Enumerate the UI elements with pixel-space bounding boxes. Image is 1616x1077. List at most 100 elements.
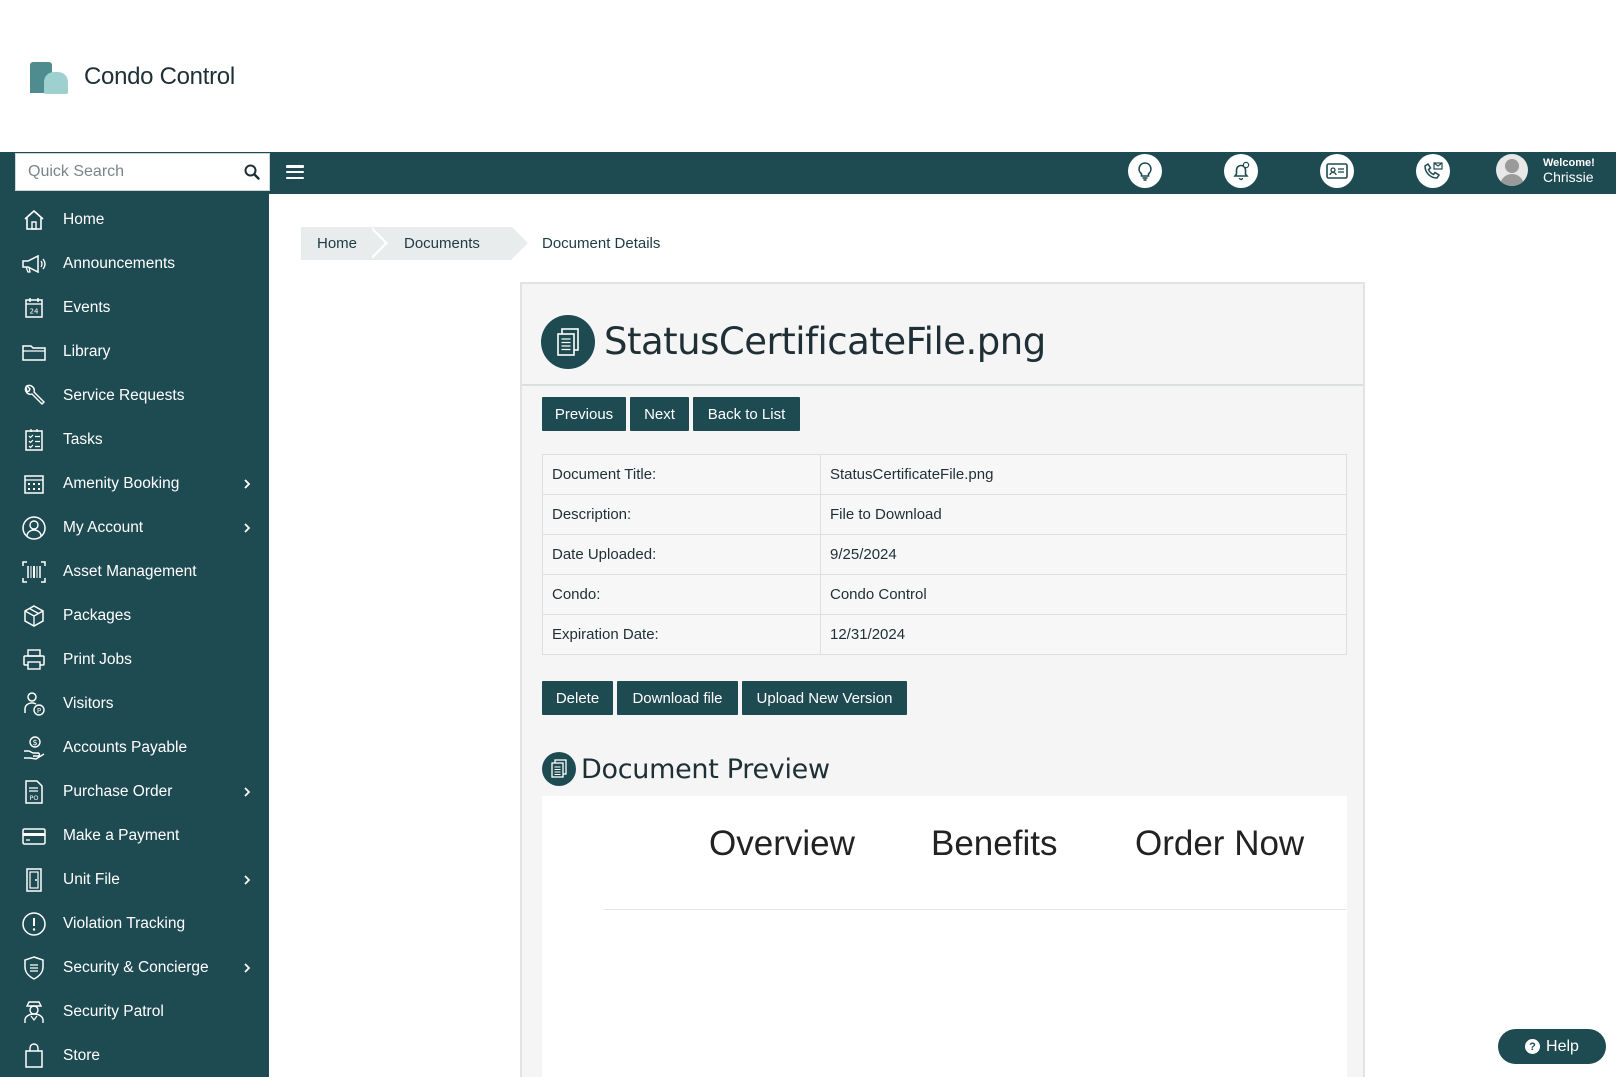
- table-row: Expiration Date: 12/31/2024: [542, 614, 1347, 655]
- preview-tab-benefits: Benefits: [931, 824, 1058, 863]
- user-name: Chrissie: [1543, 169, 1594, 185]
- detail-label: Date Uploaded:: [542, 534, 821, 575]
- detail-label: Expiration Date:: [542, 614, 821, 655]
- table-row: Condo: Condo Control: [542, 574, 1347, 615]
- door-icon: [20, 866, 48, 894]
- help-button[interactable]: ? Help: [1498, 1029, 1606, 1064]
- folder-icon: [20, 338, 48, 366]
- po-document-icon: PO: [20, 778, 48, 806]
- sidebar-item-amenity-booking[interactable]: Amenity Booking: [0, 462, 269, 506]
- detail-label: Document Title:: [542, 454, 821, 495]
- delete-button[interactable]: Delete: [542, 681, 613, 715]
- preview-divider: [604, 909, 1347, 910]
- help-label: Help: [1546, 1037, 1579, 1055]
- preview-tab-order-now: Order Now: [1135, 824, 1305, 863]
- question-icon: ?: [1525, 1039, 1541, 1054]
- chevron-right-icon: [244, 875, 251, 885]
- detail-value: 12/31/2024: [820, 614, 1347, 655]
- sidebar-item-events[interactable]: 24 Events: [0, 286, 269, 330]
- welcome-label: Welcome!: [1543, 157, 1595, 169]
- sidebar-item-violation-tracking[interactable]: Violation Tracking: [0, 902, 269, 946]
- breadcrumb: Home Documents Document Details: [301, 227, 660, 260]
- table-row: Description: File to Download: [542, 494, 1347, 535]
- money-hand-icon: $: [20, 734, 48, 762]
- document-preview-frame: Overview Benefits Order Now: [542, 796, 1347, 1077]
- breadcrumb-current: Document Details: [542, 235, 661, 252]
- sidebar-item-store[interactable]: Store: [0, 1034, 269, 1077]
- document-preview-title: Document Preview: [581, 753, 830, 785]
- shield-icon: [20, 954, 48, 982]
- sidebar-item-make-a-payment[interactable]: Make a Payment: [0, 814, 269, 858]
- credit-card-icon: [20, 822, 48, 850]
- package-icon: [20, 602, 48, 630]
- svg-text:PO: PO: [29, 794, 38, 802]
- barcode-icon: [20, 558, 48, 586]
- alert-circle-icon: [20, 910, 48, 938]
- chevron-right-icon: [244, 523, 251, 533]
- svg-text:P: P: [37, 707, 41, 715]
- sidebar-item-home[interactable]: Home: [0, 198, 269, 242]
- svg-text:24: 24: [30, 308, 39, 316]
- brand-name: Condo Control: [84, 63, 235, 90]
- document-preview-header: Document Preview: [542, 752, 830, 786]
- chevron-right-icon: [244, 963, 251, 973]
- sidebar-item-library[interactable]: Library: [0, 330, 269, 374]
- sidebar-item-announcements[interactable]: Announcements: [0, 242, 269, 286]
- sidebar-item-my-account[interactable]: My Account: [0, 506, 269, 550]
- sidebar-item-accounts-payable[interactable]: $ Accounts Payable: [0, 726, 269, 770]
- menu-toggle-icon[interactable]: [286, 163, 304, 181]
- chevron-right-icon: [244, 787, 251, 797]
- sidebar-item-security-concierge[interactable]: Security & Concierge: [0, 946, 269, 990]
- breadcrumb-documents[interactable]: Documents: [369, 227, 528, 260]
- contact-card-icon[interactable]: [1320, 154, 1354, 188]
- home-icon: [20, 206, 48, 234]
- document-icon: [542, 752, 576, 786]
- lightbulb-icon[interactable]: [1128, 154, 1162, 188]
- document-icon: [541, 315, 595, 369]
- guard-icon: [20, 998, 48, 1026]
- sidebar-item-security-patrol[interactable]: Security Patrol: [0, 990, 269, 1034]
- detail-value: StatusCertificateFile.png: [820, 454, 1347, 495]
- document-details-card: StatusCertificateFile.png Previous Next …: [520, 282, 1365, 1077]
- detail-value: 9/25/2024: [820, 534, 1347, 575]
- megaphone-icon: [20, 250, 48, 278]
- calendar-icon: 24: [20, 294, 48, 322]
- sidebar-item-purchase-order[interactable]: PO Purchase Order: [0, 770, 269, 814]
- avatar[interactable]: [1496, 154, 1528, 186]
- quick-search-input[interactable]: [16, 154, 235, 190]
- document-header: StatusCertificateFile.png: [522, 284, 1363, 386]
- checklist-icon: [20, 426, 48, 454]
- sidebar-item-packages[interactable]: Packages: [0, 594, 269, 638]
- printer-icon: [20, 646, 48, 674]
- page-title: StatusCertificateFile.png: [604, 320, 1046, 363]
- next-button[interactable]: Next: [630, 397, 689, 431]
- back-to-list-button[interactable]: Back to List: [693, 397, 800, 431]
- visitor-icon: P: [20, 690, 48, 718]
- download-file-button[interactable]: Download file: [617, 681, 738, 715]
- sidebar: Home Announcements 24 Events Library Ser…: [0, 194, 269, 1077]
- brand-logo[interactable]: Condo Control: [30, 60, 235, 94]
- upload-new-version-button[interactable]: Upload New Version: [742, 681, 907, 715]
- chevron-right-icon: [244, 479, 251, 489]
- table-row: Document Title: StatusCertificateFile.pn…: [542, 454, 1347, 495]
- phone-mail-icon[interactable]: [1416, 154, 1450, 188]
- sidebar-item-visitors[interactable]: P Visitors: [0, 682, 269, 726]
- user-circle-icon: [20, 514, 48, 542]
- calendar-grid-icon: [20, 470, 48, 498]
- detail-value: Condo Control: [820, 574, 1347, 615]
- sidebar-item-asset-management[interactable]: Asset Management: [0, 550, 269, 594]
- wrench-icon: [20, 382, 48, 410]
- detail-label: Condo:: [542, 574, 821, 615]
- preview-tab-overview: Overview: [709, 824, 855, 863]
- sidebar-item-print-jobs[interactable]: Print Jobs: [0, 638, 269, 682]
- quick-search: [15, 153, 270, 191]
- sidebar-item-tasks[interactable]: Tasks: [0, 418, 269, 462]
- search-icon[interactable]: [235, 154, 269, 190]
- notification-bell-icon[interactable]: [1224, 154, 1258, 188]
- svg-text:$: $: [32, 738, 37, 747]
- user-welcome[interactable]: Welcome! Chrissie: [1496, 154, 1595, 186]
- sidebar-item-service-requests[interactable]: Service Requests: [0, 374, 269, 418]
- breadcrumb-home[interactable]: Home: [301, 227, 388, 260]
- sidebar-item-unit-file[interactable]: Unit File: [0, 858, 269, 902]
- previous-button[interactable]: Previous: [542, 397, 626, 431]
